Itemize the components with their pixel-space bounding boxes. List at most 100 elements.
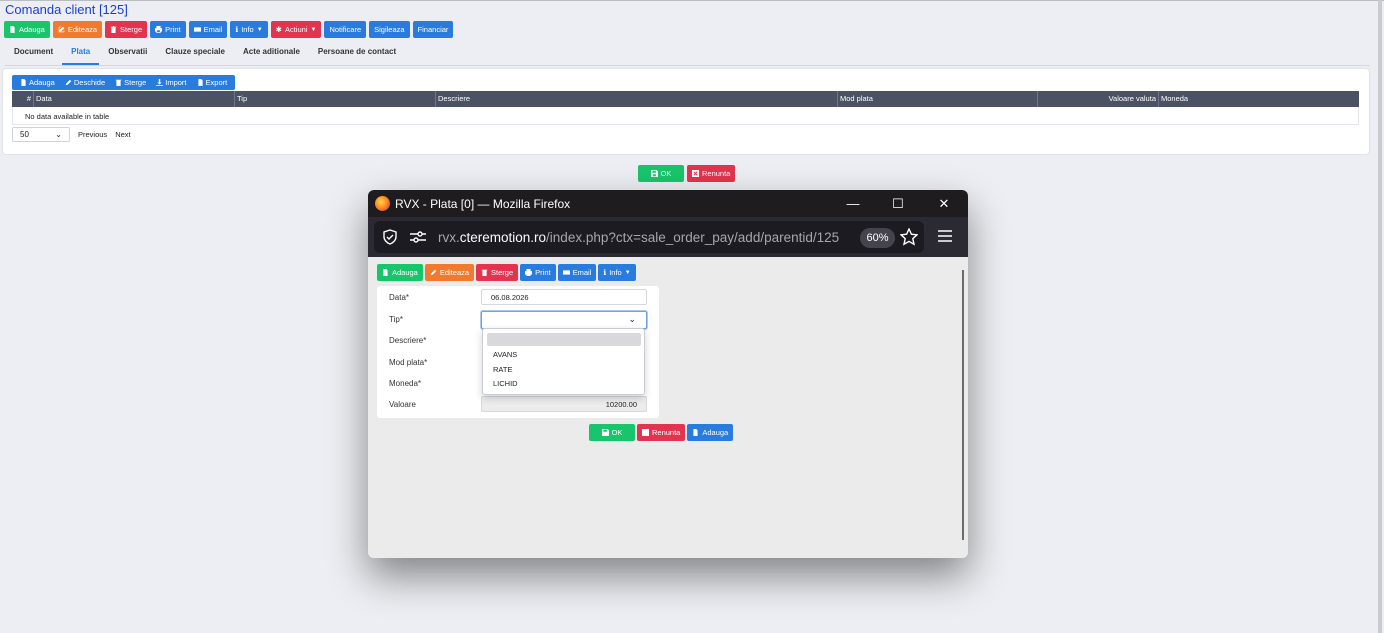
- print-button-label: Print: [165, 25, 181, 34]
- envelope-icon: [193, 27, 201, 32]
- add-button[interactable]: Adauga: [4, 21, 50, 38]
- payment-export-button[interactable]: Export: [192, 78, 233, 87]
- main-footer-buttons: OK Renunta: [638, 165, 736, 182]
- tabs-divider: [5, 65, 1370, 66]
- cancel-button[interactable]: Renunta: [687, 165, 736, 182]
- firefox-popup-window: RVX - Plata [0] — Mozilla Firefox — ☐ ✕ …: [368, 190, 968, 558]
- page-size-select[interactable]: 50 ⌄: [12, 127, 70, 142]
- file-icon: [10, 26, 15, 33]
- popup-print-button[interactable]: Print: [520, 264, 556, 281]
- popup-info-label: Info: [609, 268, 622, 277]
- delete-button-label: Sterge: [120, 25, 143, 34]
- email-button[interactable]: Email: [188, 21, 228, 38]
- financial-button-label: Financiar: [417, 25, 449, 34]
- col-moneda[interactable]: Moneda: [1159, 91, 1359, 107]
- info-dropdown-button[interactable]: ℹ Info ▼: [230, 21, 268, 38]
- popup-info-dropdown-button[interactable]: ℹ Info ▼: [598, 264, 636, 281]
- cancel-button-label: Renunta: [702, 169, 731, 178]
- delete-button[interactable]: Sterge: [105, 21, 148, 38]
- url-path: /index.php?ctx=sale_order_pay/add/parent…: [546, 229, 840, 245]
- trash-icon: [481, 269, 488, 276]
- col-descriere[interactable]: Descriere: [436, 91, 838, 107]
- previous-link[interactable]: Previous: [78, 130, 107, 139]
- tab-clauze-speciale[interactable]: Clauze speciale: [156, 42, 234, 65]
- popup-delete-button[interactable]: Sterge: [476, 264, 519, 281]
- seal-button[interactable]: Sigileaza: [369, 21, 410, 38]
- maximize-icon[interactable]: ☐: [875, 190, 921, 217]
- print-icon: [155, 26, 163, 33]
- caret-down-icon: ▼: [256, 26, 263, 33]
- empty-table-message: No data available in table: [12, 107, 1359, 125]
- zoom-indicator[interactable]: 60%: [860, 228, 895, 248]
- info-button-label: Info: [241, 25, 254, 34]
- value-label: Valoare: [389, 400, 416, 409]
- type-option-rate[interactable]: RATE: [493, 365, 512, 374]
- close-icon[interactable]: ✕: [921, 190, 967, 217]
- close-box-icon: [692, 170, 699, 177]
- type-option-lichid[interactable]: LICHID: [493, 379, 518, 388]
- type-option-avans[interactable]: AVANS: [493, 350, 517, 359]
- star-icon[interactable]: [900, 228, 918, 246]
- window-title: RVX - Plata [0] — Mozilla Firefox: [395, 196, 571, 211]
- col-mod-plata[interactable]: Mod plata: [838, 91, 1038, 107]
- financial-button[interactable]: Financiar: [412, 21, 454, 38]
- popup-ok-button[interactable]: OK: [589, 424, 635, 441]
- type-select[interactable]: ⌄: [481, 311, 647, 329]
- tab-acte-aditionale[interactable]: Acte aditionale: [234, 42, 309, 65]
- page-scrollbar[interactable]: [1378, 0, 1382, 633]
- info-icon: ℹ: [235, 25, 239, 34]
- col-data[interactable]: Data: [34, 91, 235, 107]
- next-link[interactable]: Next: [115, 130, 130, 139]
- popup-edit-button[interactable]: Editeaza: [424, 264, 475, 281]
- tab-document[interactable]: Document: [5, 42, 62, 65]
- col-tip[interactable]: Tip: [235, 91, 436, 107]
- top-border: [0, 0, 1384, 1]
- col-valoare-valuta[interactable]: Valoare valuta: [1038, 91, 1159, 107]
- table-header: # Data Tip Descriere Mod plata Valoare v…: [12, 91, 1359, 107]
- popup-email-label: Email: [572, 268, 592, 277]
- actions-dropdown-button[interactable]: ✱ Actiuni ▼: [270, 21, 322, 38]
- date-field[interactable]: 06.08.2026: [481, 289, 647, 305]
- window-titlebar[interactable]: RVX - Plata [0] — Mozilla Firefox — ☐ ✕: [368, 190, 968, 217]
- tab-persoane-de-contact[interactable]: Persoane de contact: [309, 42, 405, 65]
- menu-icon[interactable]: [938, 230, 952, 242]
- type-label: Tip*: [389, 315, 403, 324]
- popup-email-button[interactable]: Email: [557, 264, 597, 281]
- shield-icon: [383, 229, 397, 245]
- payment-add-button[interactable]: Adauga: [15, 78, 60, 87]
- popup-toolbar: Adauga Editeaza Sterge Print Email ℹ Info…: [377, 264, 636, 281]
- ok-button-label: OK: [660, 169, 672, 178]
- print-icon: [525, 269, 533, 276]
- gear-icon: ✱: [275, 25, 282, 34]
- popup-cancel-button[interactable]: Renunta: [637, 424, 686, 441]
- permissions-icon: [410, 231, 426, 243]
- chevron-down-icon: ⌄: [628, 314, 636, 324]
- popup-scrollbar[interactable]: [962, 270, 964, 540]
- tab-observatii[interactable]: Observatii: [99, 42, 156, 65]
- popup-add-bottom-button[interactable]: Adauga: [687, 424, 734, 441]
- popup-delete-label: Sterge: [491, 268, 514, 277]
- url-field[interactable]: rvx. cteremotion.ro/index.php?ctx=sale_or…: [374, 221, 924, 253]
- file-icon: [21, 79, 26, 86]
- value-field: 10200.00: [481, 396, 647, 412]
- print-button[interactable]: Print: [150, 21, 186, 38]
- close-box-icon: [642, 429, 649, 436]
- col-number[interactable]: #: [12, 91, 34, 107]
- payment-open-button[interactable]: Deschide: [60, 78, 110, 87]
- url-domain: cteremotion.ro: [459, 229, 547, 245]
- tab-plata[interactable]: Plata: [62, 42, 100, 65]
- popup-add-button[interactable]: Adauga: [377, 264, 423, 281]
- edit-icon: [430, 269, 437, 276]
- notify-button[interactable]: Notificare: [324, 21, 367, 38]
- edit-button[interactable]: Editeaza: [52, 21, 103, 38]
- ok-button[interactable]: OK: [638, 165, 684, 182]
- payment-open-label: Deschide: [73, 78, 106, 87]
- minimize-icon[interactable]: —: [830, 190, 876, 217]
- export-file-icon: [197, 79, 203, 86]
- payment-delete-button[interactable]: Sterge: [110, 78, 151, 87]
- payment-import-button[interactable]: Import: [151, 78, 191, 87]
- address-bar: rvx. cteremotion.ro/index.php?ctx=sale_or…: [368, 217, 968, 257]
- trash-icon: [110, 26, 117, 33]
- type-option-blank[interactable]: [487, 333, 641, 346]
- notify-button-label: Notificare: [329, 25, 362, 34]
